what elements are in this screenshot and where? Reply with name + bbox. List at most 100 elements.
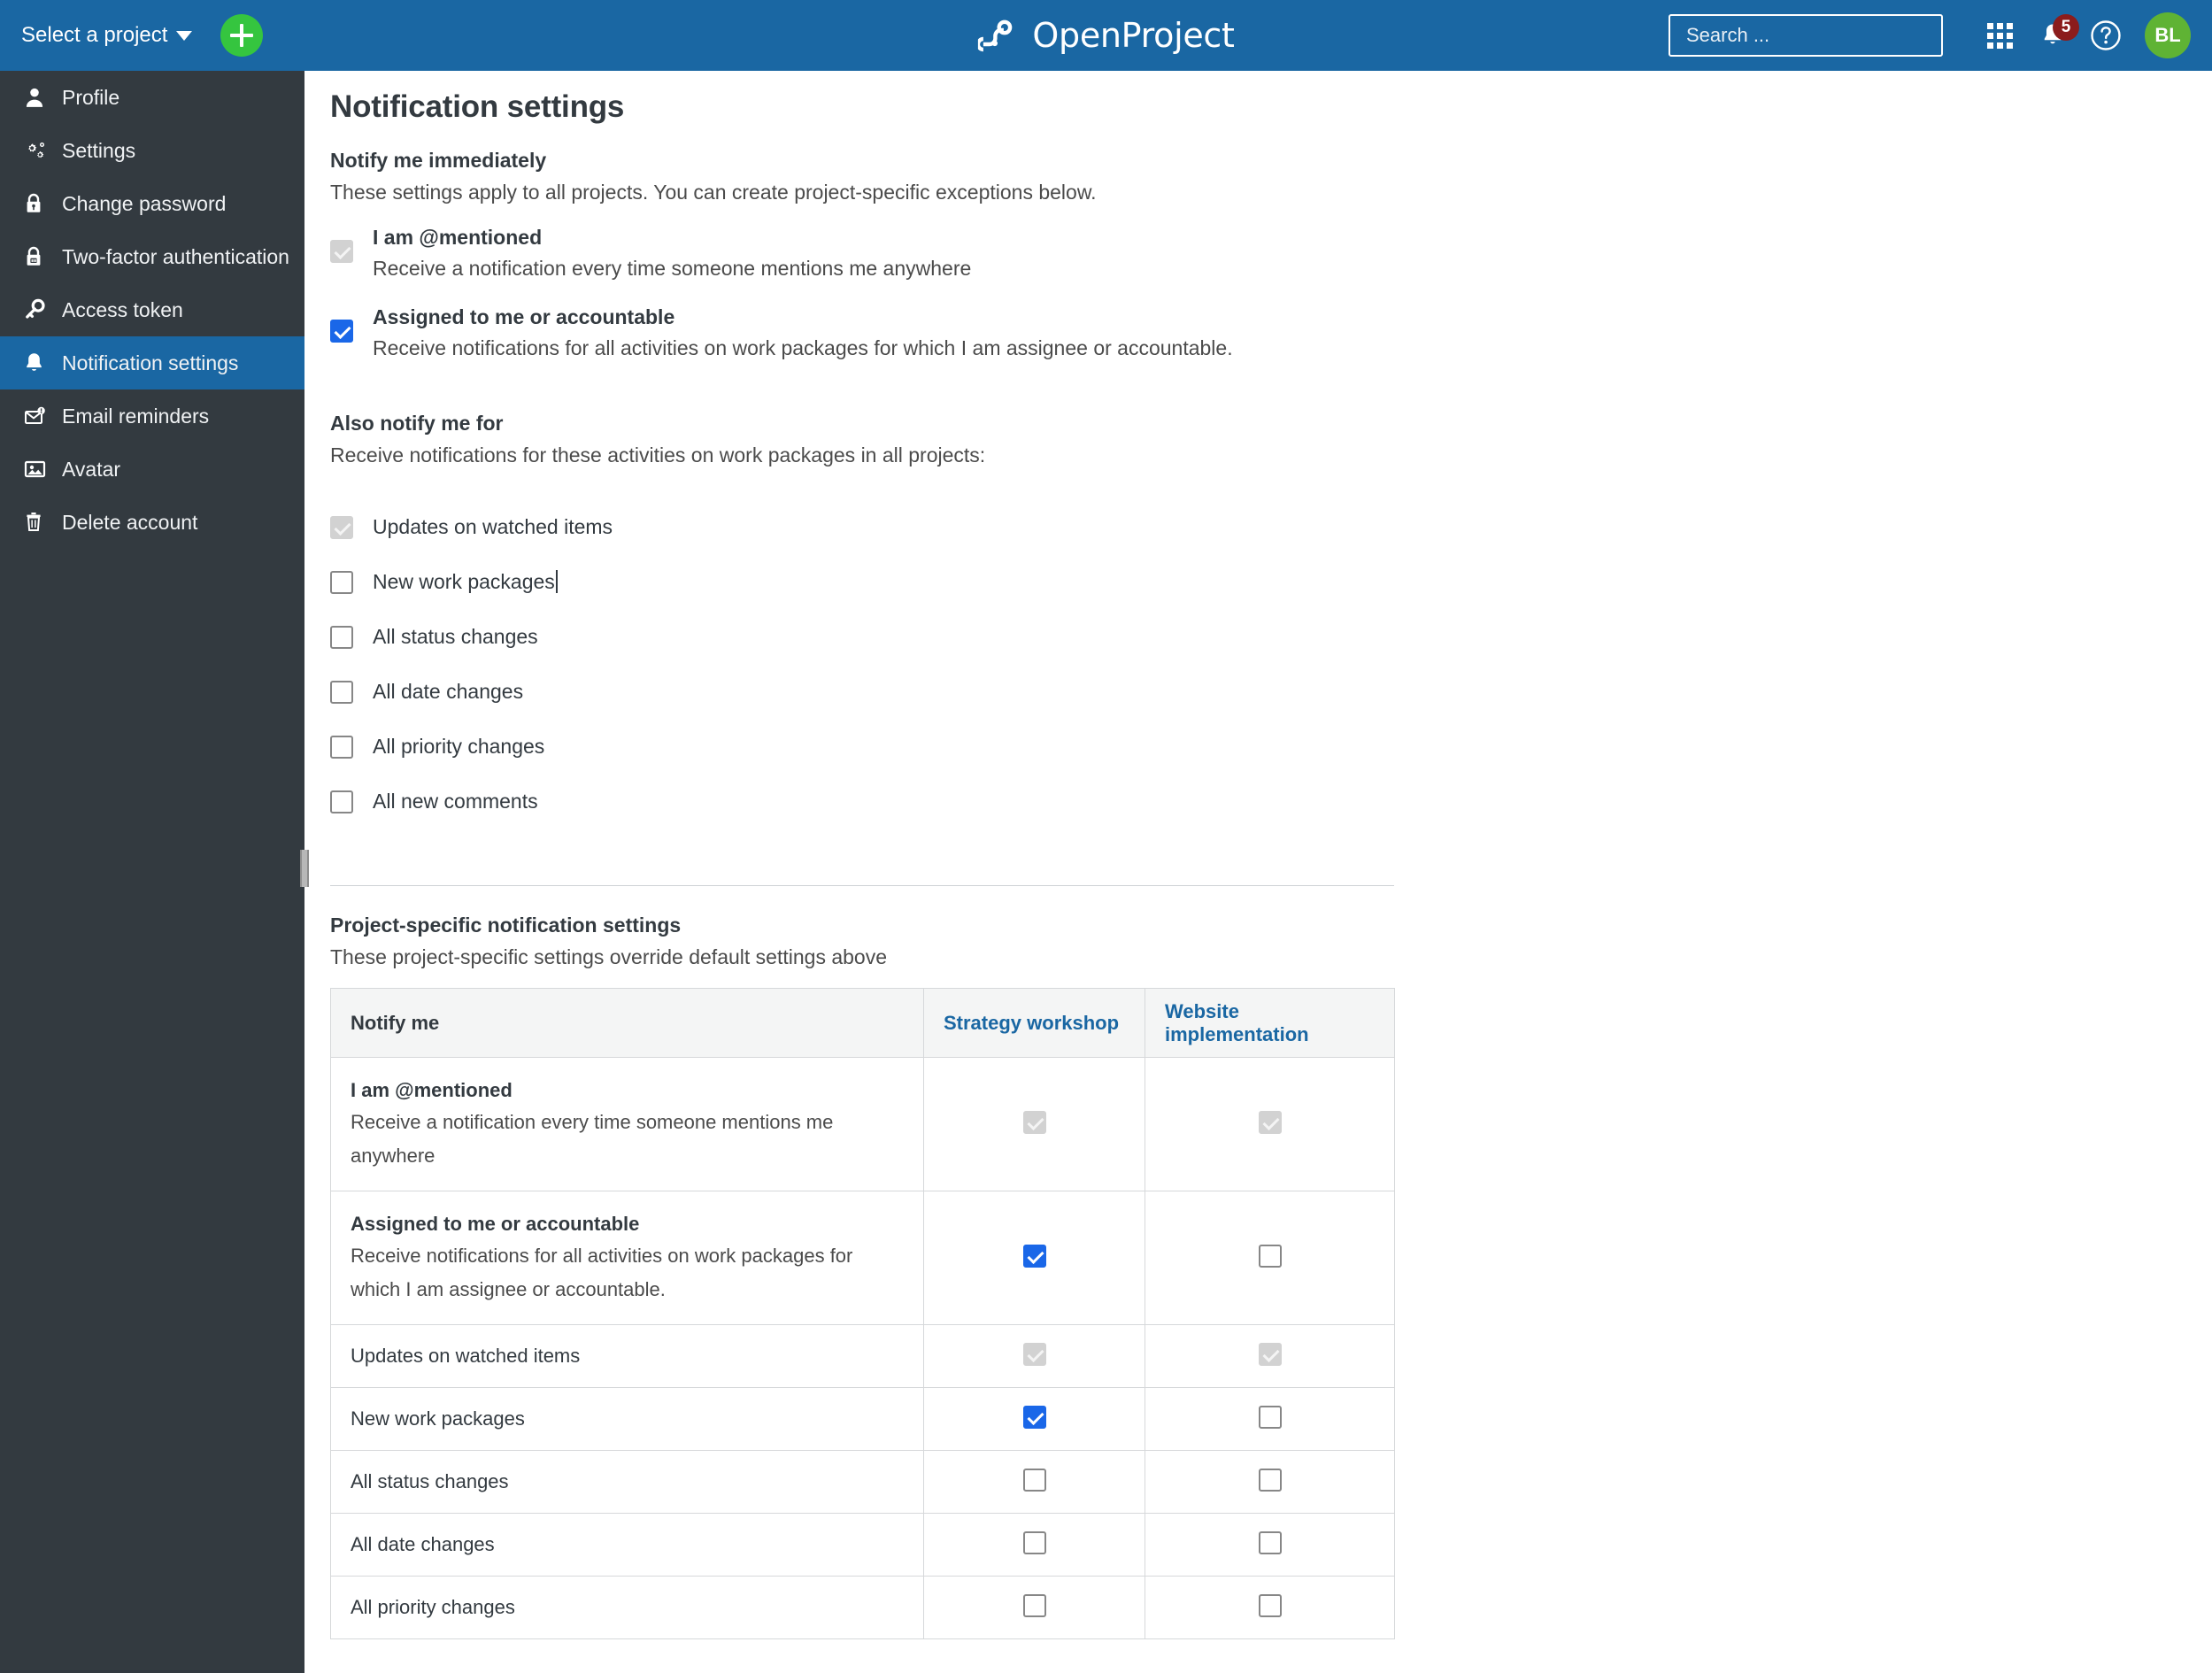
cell-strategy-workshop[interactable] (923, 1191, 1145, 1325)
cell-strategy-workshop[interactable] (923, 1387, 1145, 1451)
table-row: All date changes (330, 1513, 1395, 1577)
option-description: Receive a notification every time someon… (373, 257, 972, 280)
openproject-mark-icon (977, 19, 1012, 52)
checkbox-cell[interactable] (1258, 1593, 1282, 1617)
notifications-button[interactable]: 5 (2026, 9, 2079, 62)
checkbox-all-new-comments[interactable] (330, 790, 353, 813)
checkbox-cell[interactable] (1022, 1244, 1046, 1268)
table-row: Updates on watched items (330, 1324, 1395, 1388)
help-circle-icon (2091, 20, 2121, 50)
add-button[interactable] (220, 14, 264, 57)
checkbox-cell[interactable] (1022, 1468, 1046, 1492)
sidebar-item-avatar[interactable]: Avatar (0, 443, 304, 496)
also-notify-heading: Also notify me for (330, 412, 504, 435)
checkbox-cell[interactable] (1258, 1244, 1282, 1268)
sidebar-item-label: Settings (62, 138, 136, 162)
project-select-dropdown[interactable]: Select a project (21, 23, 193, 48)
avatar[interactable]: BL (2145, 12, 2191, 58)
option-all-new-comments[interactable]: All new comments (330, 790, 538, 813)
option-assigned-to-me[interactable]: Assigned to me or accountable Receive no… (330, 303, 1233, 363)
option-label: All new comments (373, 790, 538, 813)
cell-strategy-workshop[interactable] (923, 1513, 1145, 1577)
option-title: Assigned to me or accountable (373, 305, 675, 328)
project-specific-table: Notify me Strategy workshop Website impl… (330, 988, 1395, 1639)
cell-website-implementation[interactable] (1145, 1513, 1395, 1577)
checkbox-cell[interactable] (1258, 1405, 1282, 1429)
sidebar-item-delete-account[interactable]: Delete account (0, 496, 304, 549)
checkbox-all-priority-changes[interactable] (330, 735, 353, 759)
option-new-work-packages[interactable]: New work packages (330, 570, 558, 594)
checkbox-all-date-changes[interactable] (330, 680, 353, 704)
bell-icon (23, 351, 62, 375)
checkbox-cell[interactable] (1022, 1593, 1046, 1617)
search-box[interactable] (1669, 14, 1943, 57)
also-notify-description: Receive notifications for these activiti… (330, 443, 986, 466)
sidebar-item-email-reminders[interactable]: Email reminders (0, 389, 304, 443)
notification-badge: 5 (2053, 14, 2079, 41)
checkbox-new-work-packages[interactable] (330, 570, 353, 594)
checkbox-cell[interactable] (1022, 1405, 1046, 1429)
sidebar-item-settings[interactable]: Settings (0, 124, 304, 177)
checkbox-all-status-changes[interactable] (330, 625, 353, 649)
option-i-am-mentioned[interactable]: I am @mentioned Receive a notification e… (330, 223, 971, 283)
sidebar-item-access-token[interactable]: Access token (0, 283, 304, 336)
option-all-status-changes[interactable]: All status changes (330, 625, 538, 649)
lock-icon (23, 192, 62, 215)
cell-strategy-workshop[interactable] (923, 1450, 1145, 1514)
cell-strategy-workshop[interactable] (923, 1576, 1145, 1639)
table-row: Assigned to me or accountable Receive no… (330, 1191, 1395, 1325)
row-label-all-date-changes: All date changes (330, 1513, 924, 1577)
checkbox-cell[interactable] (1022, 1530, 1046, 1554)
cell-website-implementation[interactable] (1145, 1576, 1395, 1639)
sidebar-item-label: Email reminders (62, 404, 210, 428)
modules-grid-button[interactable] (1973, 9, 2026, 62)
checkbox-cell (1022, 1110, 1046, 1134)
sidebar-item-two-factor-authentication[interactable]: Two-factor authentication (0, 230, 304, 283)
sidebar-item-label: Notification settings (62, 351, 239, 374)
option-title: I am @mentioned (373, 226, 543, 249)
row-label-all-status-changes: All status changes (330, 1450, 924, 1514)
project-specific-heading: Project-specific notification settings (330, 914, 682, 937)
cell-website-implementation (1145, 1057, 1395, 1191)
sidebar-item-label: Delete account (62, 510, 198, 534)
trash-icon (23, 511, 62, 534)
project-select-label: Select a project (21, 23, 168, 47)
cell-strategy-workshop (923, 1324, 1145, 1388)
checkbox-assigned-to-me[interactable] (330, 320, 353, 343)
sidebar-item-label: Avatar (62, 457, 121, 481)
openproject-logo[interactable]: OpenProject (977, 0, 1235, 71)
chevron-down-icon (176, 30, 193, 41)
option-all-date-changes[interactable]: All date changes (330, 680, 523, 704)
option-description: Receive notifications for all activities… (373, 336, 1233, 359)
column-header-strategy-workshop[interactable]: Strategy workshop (923, 988, 1145, 1058)
column-header-website-implementation[interactable]: Website implementation (1145, 988, 1395, 1058)
sidebar-item-notification-settings[interactable]: Notification settings (0, 336, 304, 389)
sidebar-resize-handle[interactable] (300, 850, 309, 887)
top-header: Select a project OpenProject Search ... … (0, 0, 2212, 71)
option-label: All date changes (373, 680, 524, 703)
sidebar-item-label: Access token (62, 297, 183, 321)
sidebar-item-change-password[interactable]: Change password (0, 177, 304, 230)
sidebar-item-label: Two-factor authentication (62, 244, 289, 268)
option-label: Updates on watched items (373, 515, 613, 538)
key-icon (23, 298, 62, 321)
checkbox-cell (1258, 1342, 1282, 1366)
row-label-new-work-packages: New work packages (330, 1387, 924, 1451)
row-label-i-am-mentioned: I am @mentioned Receive a notification e… (330, 1057, 924, 1191)
table-header-row: Notify me Strategy workshop Website impl… (330, 988, 1395, 1058)
search-input[interactable] (1684, 23, 1943, 48)
checkbox-cell[interactable] (1258, 1530, 1282, 1554)
sidebar-item-profile[interactable]: Profile (0, 71, 304, 124)
cell-website-implementation[interactable] (1145, 1450, 1395, 1514)
help-button[interactable] (2079, 9, 2132, 62)
header-actions: 5 BL (1669, 0, 2198, 71)
cell-website-implementation[interactable] (1145, 1387, 1395, 1451)
row-label-all-priority-changes: All priority changes (330, 1576, 924, 1639)
checkbox-updates-on-watched-items (330, 515, 353, 539)
project-specific-description: These project-specific settings override… (330, 945, 887, 968)
cell-website-implementation[interactable] (1145, 1191, 1395, 1325)
option-updates-on-watched-items: Updates on watched items (330, 515, 613, 539)
user-icon (23, 86, 62, 109)
option-all-priority-changes[interactable]: All priority changes (330, 735, 544, 759)
checkbox-cell[interactable] (1258, 1468, 1282, 1492)
